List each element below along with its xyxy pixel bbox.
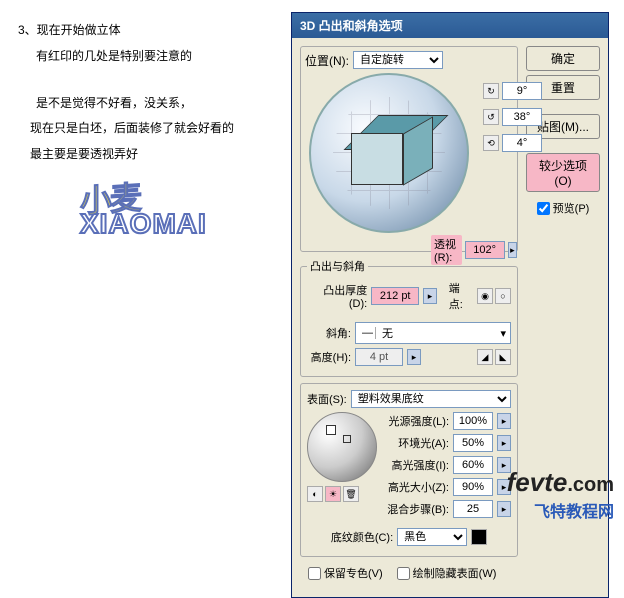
light-preview[interactable] [307,412,377,482]
ambient-label: 环境光(A): [398,435,449,451]
fewer-options-button[interactable]: 较少选项(O) [526,153,600,192]
light-intensity-label: 光源强度(L): [389,413,450,429]
axis-x-icon[interactable]: ↻ [483,83,499,99]
bevel-select[interactable]: — 无 ▾ [355,322,511,344]
amb-stepper[interactable]: ▸ [497,435,511,451]
axis-z-icon[interactable]: ⟲ [483,135,499,151]
instruction-text: 3、现在开始做立体 有红印的几处是特别要注意的 是不是觉得不好看，没关系， 现在… [18,20,283,170]
angle-x-input[interactable] [502,82,542,100]
extrude-legend: 凸出与斜角 [307,258,368,274]
axis-y-icon[interactable]: ↺ [483,109,499,125]
surface-select[interactable]: 塑料效果底纹 [351,390,511,408]
cap-off-icon[interactable]: ○ [495,288,511,304]
perspective-input[interactable] [465,241,505,259]
angle-y-input[interactable] [502,108,542,126]
light-delete-icon[interactable]: 🗑 [343,486,359,502]
light-new-icon[interactable]: ☀ [325,486,341,502]
line3: 是不是觉得不好看，没关系， [18,93,283,115]
position-select[interactable]: 自定旋转 [353,51,443,69]
light-intensity-input[interactable] [453,412,493,430]
blend-input[interactable] [453,500,493,518]
cap-label: 端点: [449,280,473,312]
highlight-intensity-label: 高光强度(I): [392,457,449,473]
depth-input[interactable] [371,287,419,305]
light-back-icon[interactable]: ◐ [307,486,323,502]
line4: 现在只是白坯，后面装修了就会好看的 [18,118,283,140]
extrude-bevel-section: 凸出与斜角 凸出厚度(D): ▸ 端点: ◉ ○ 斜角: — 无 [300,258,518,377]
line2: 有红印的几处是特别要注意的 [18,46,283,68]
bevel-out-icon[interactable]: ◣ [495,349,511,365]
dialog-titlebar[interactable]: 3D 凸出和斜角选项 [292,13,608,38]
perspective-label: 透视(R): [431,235,462,265]
preserve-spot-checkbox[interactable]: 保留专色(V) [308,565,383,581]
surface-section: 表面(S): 塑料效果底纹 ◐ ☀ 🗑 [300,383,518,557]
draw-hidden-checkbox[interactable]: 绘制隐藏表面(W) [397,565,497,581]
bevel-in-icon[interactable]: ◢ [477,349,493,365]
position-label: 位置(N): [305,52,349,69]
height-label: 高度(H): [307,349,351,365]
shade-color-label: 底纹颜色(C): [331,529,393,545]
surface-label: 表面(S): [307,391,347,407]
depth-label: 凸出厚度(D): [307,282,367,310]
shade-color-select[interactable]: 黑色 [397,528,467,546]
perspective-stepper[interactable]: ▸ [508,242,517,258]
sample-artwork: 小麦 XIAOMAI [80,170,270,260]
watermark: fevte.com 飞特教程网 [507,467,614,522]
line1: 3、现在开始做立体 [18,20,283,42]
highlight-intensity-input[interactable] [453,456,493,474]
bevel-label: 斜角: [307,325,351,341]
preview-checkbox[interactable]: 预览(P) [526,200,600,216]
blend-label: 混合步骤(B): [387,501,449,517]
shade-swatch[interactable] [471,529,487,545]
li-stepper[interactable]: ▸ [497,413,511,429]
angle-z-input[interactable] [502,134,542,152]
line5: 最主要是要透视弄好 [18,144,283,166]
highlight-size-label: 高光大小(Z): [388,479,449,495]
ambient-input[interactable] [453,434,493,452]
depth-stepper[interactable]: ▸ [423,288,437,304]
highlight-size-input[interactable] [453,478,493,496]
cap-on-icon[interactable]: ◉ [477,288,493,304]
height-stepper: ▸ [407,349,421,365]
height-input [355,348,403,366]
rotation-section: 位置(N): 自定旋转 ↻ [300,46,518,252]
ok-button[interactable]: 确定 [526,46,600,71]
light-2-handle[interactable] [343,435,351,443]
light-1-handle[interactable] [326,425,336,435]
rotation-preview[interactable] [309,73,469,233]
